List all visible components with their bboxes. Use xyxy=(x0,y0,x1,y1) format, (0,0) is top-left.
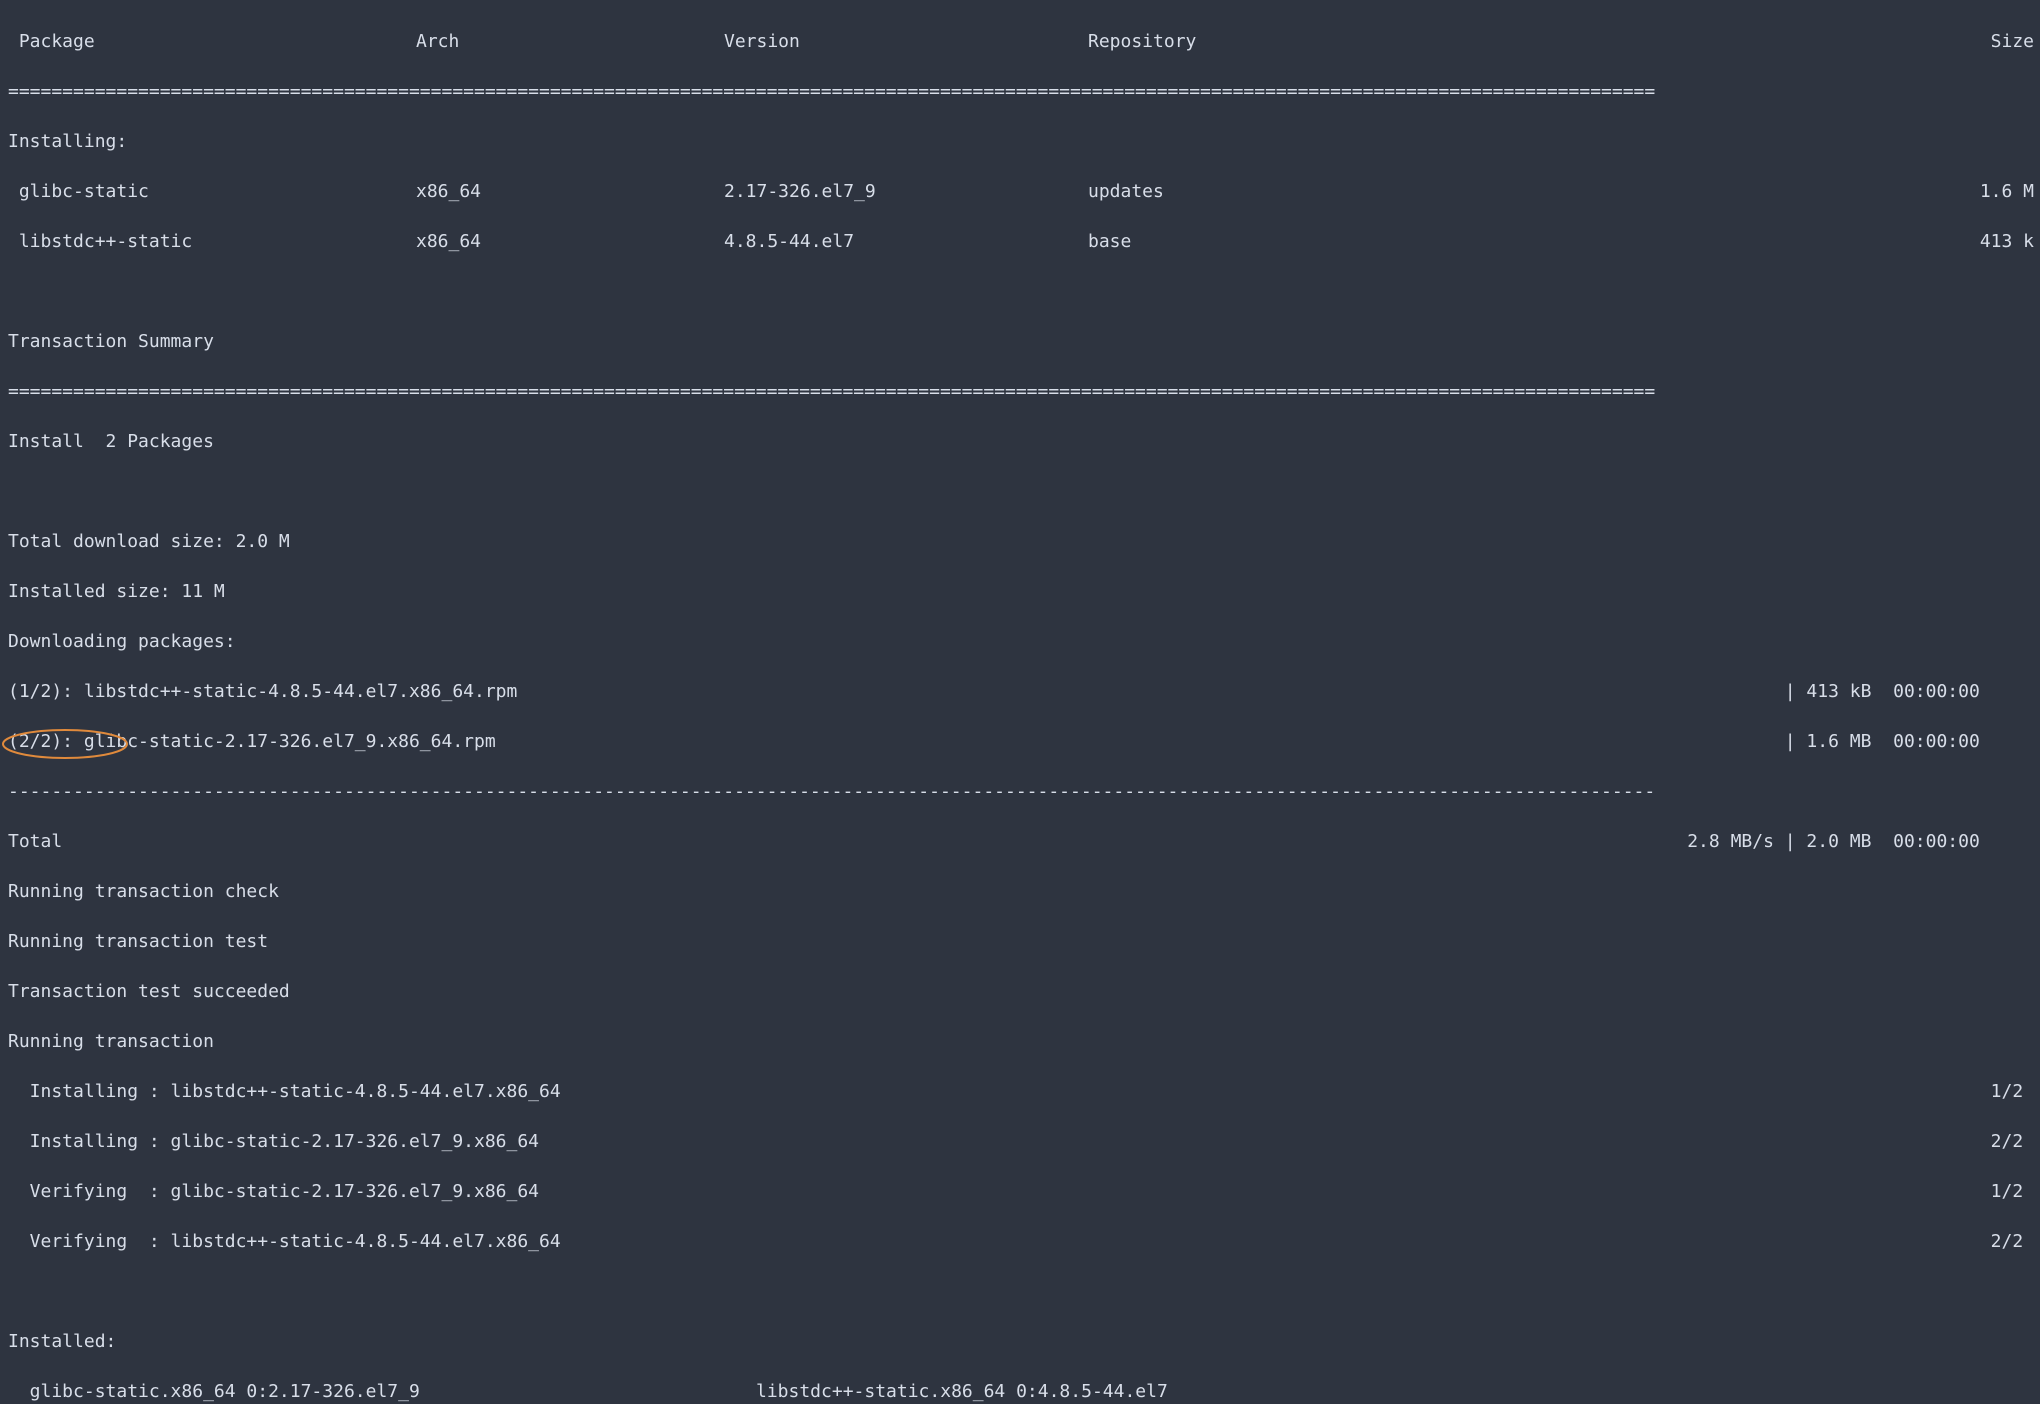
step-progress: 2/2 xyxy=(1991,1229,2034,1254)
blank-line xyxy=(8,1279,2034,1304)
txn-line: Running transaction test xyxy=(8,929,2034,954)
total-stats: 2.8 MB/s | 2.0 MB 00:00:00 xyxy=(1687,829,2034,854)
divider-dash: ----------------------------------------… xyxy=(8,779,2034,804)
total-download-size: Total download size: 2.0 M xyxy=(8,529,2034,554)
pkg-arch: x86_64 xyxy=(416,229,481,254)
step-progress: 2/2 xyxy=(1991,1129,2034,1154)
pkg-name: libstdc++-static xyxy=(8,229,192,254)
installed-pkg: libstdc++-static.x86_64 0:4.8.5-44.el7 xyxy=(756,1379,1168,1404)
downloading-label: Downloading packages: xyxy=(8,629,2034,654)
divider-eq: ========================================… xyxy=(8,379,2034,404)
download-stats: | 413 kB 00:00:00 xyxy=(1785,679,2034,704)
txn-line: Running transaction check xyxy=(8,879,2034,904)
pkg-size: 413 k xyxy=(1980,229,2034,254)
col-repo: Repository xyxy=(1088,29,1196,54)
step-label: Verifying : libstdc++-static-4.8.5-44.el… xyxy=(8,1229,561,1254)
table-row: glibc-static x86_64 2.17-326.el7_9 updates 1… xyxy=(8,179,2034,204)
section-installing: Installing: xyxy=(8,129,2034,154)
pkg-version: 4.8.5-44.el7 xyxy=(724,229,854,254)
installed-size: Installed size: 11 M xyxy=(8,579,2034,604)
download-stats: | 1.6 MB 00:00:00 xyxy=(1785,729,2034,754)
pkg-size: 1.6 M xyxy=(1980,179,2034,204)
txn-line: Running transaction xyxy=(8,1029,2034,1054)
step-row: Verifying : libstdc++-static-4.8.5-44.el… xyxy=(8,1229,2034,1254)
blank-line xyxy=(8,479,2034,504)
install-count: Install 2 Packages xyxy=(8,429,2034,454)
step-row: Installing : libstdc++-static-4.8.5-44.e… xyxy=(8,1079,2034,1104)
pkg-version: 2.17-326.el7_9 xyxy=(724,179,876,204)
table-header: Package Arch Version Repository Size xyxy=(8,29,2034,54)
transaction-summary-label: Transaction Summary xyxy=(8,329,2034,354)
download-file: (1/2): libstdc++-static-4.8.5-44.el7.x86… xyxy=(8,679,517,704)
col-package: Package xyxy=(8,29,95,54)
total-label: Total xyxy=(8,829,62,854)
step-row: Installing : glibc-static-2.17-326.el7_9… xyxy=(8,1129,2034,1154)
installed-pkg: glibc-static.x86_64 0:2.17-326.el7_9 xyxy=(8,1381,420,1402)
terminal-output[interactable]: Package Arch Version Repository Size =======… xyxy=(0,0,2040,1404)
txn-line: Transaction test succeeded xyxy=(8,979,2034,1004)
col-version: Version xyxy=(724,29,800,54)
step-label: Installing : glibc-static-2.17-326.el7_9… xyxy=(8,1129,539,1154)
pkg-name: glibc-static xyxy=(8,179,149,204)
col-arch: Arch xyxy=(416,29,459,54)
installed-label: Installed: xyxy=(8,1329,2034,1354)
pkg-repo: updates xyxy=(1088,179,1164,204)
table-row: libstdc++-static x86_64 4.8.5-44.el7 base 41… xyxy=(8,229,2034,254)
step-row: Verifying : glibc-static-2.17-326.el7_9.… xyxy=(8,1179,2034,1204)
installed-pkgs-row: glibc-static.x86_64 0:2.17-326.el7_9 libs… xyxy=(8,1379,2034,1404)
step-progress: 1/2 xyxy=(1991,1079,2034,1104)
total-row: Total 2.8 MB/s | 2.0 MB 00:00:00 xyxy=(8,829,2034,854)
pkg-repo: base xyxy=(1088,229,1131,254)
pkg-arch: x86_64 xyxy=(416,179,481,204)
divider-eq: ========================================… xyxy=(8,79,2034,104)
download-row: (2/2): glibc-static-2.17-326.el7_9.x86_6… xyxy=(8,729,2034,754)
blank-line xyxy=(8,279,2034,304)
col-size: Size xyxy=(1991,29,2034,54)
download-file: (2/2): glibc-static-2.17-326.el7_9.x86_6… xyxy=(8,729,496,754)
step-progress: 1/2 xyxy=(1991,1179,2034,1204)
step-label: Installing : libstdc++-static-4.8.5-44.e… xyxy=(8,1079,561,1104)
download-row: (1/2): libstdc++-static-4.8.5-44.el7.x86… xyxy=(8,679,2034,704)
step-label: Verifying : glibc-static-2.17-326.el7_9.… xyxy=(8,1179,539,1204)
